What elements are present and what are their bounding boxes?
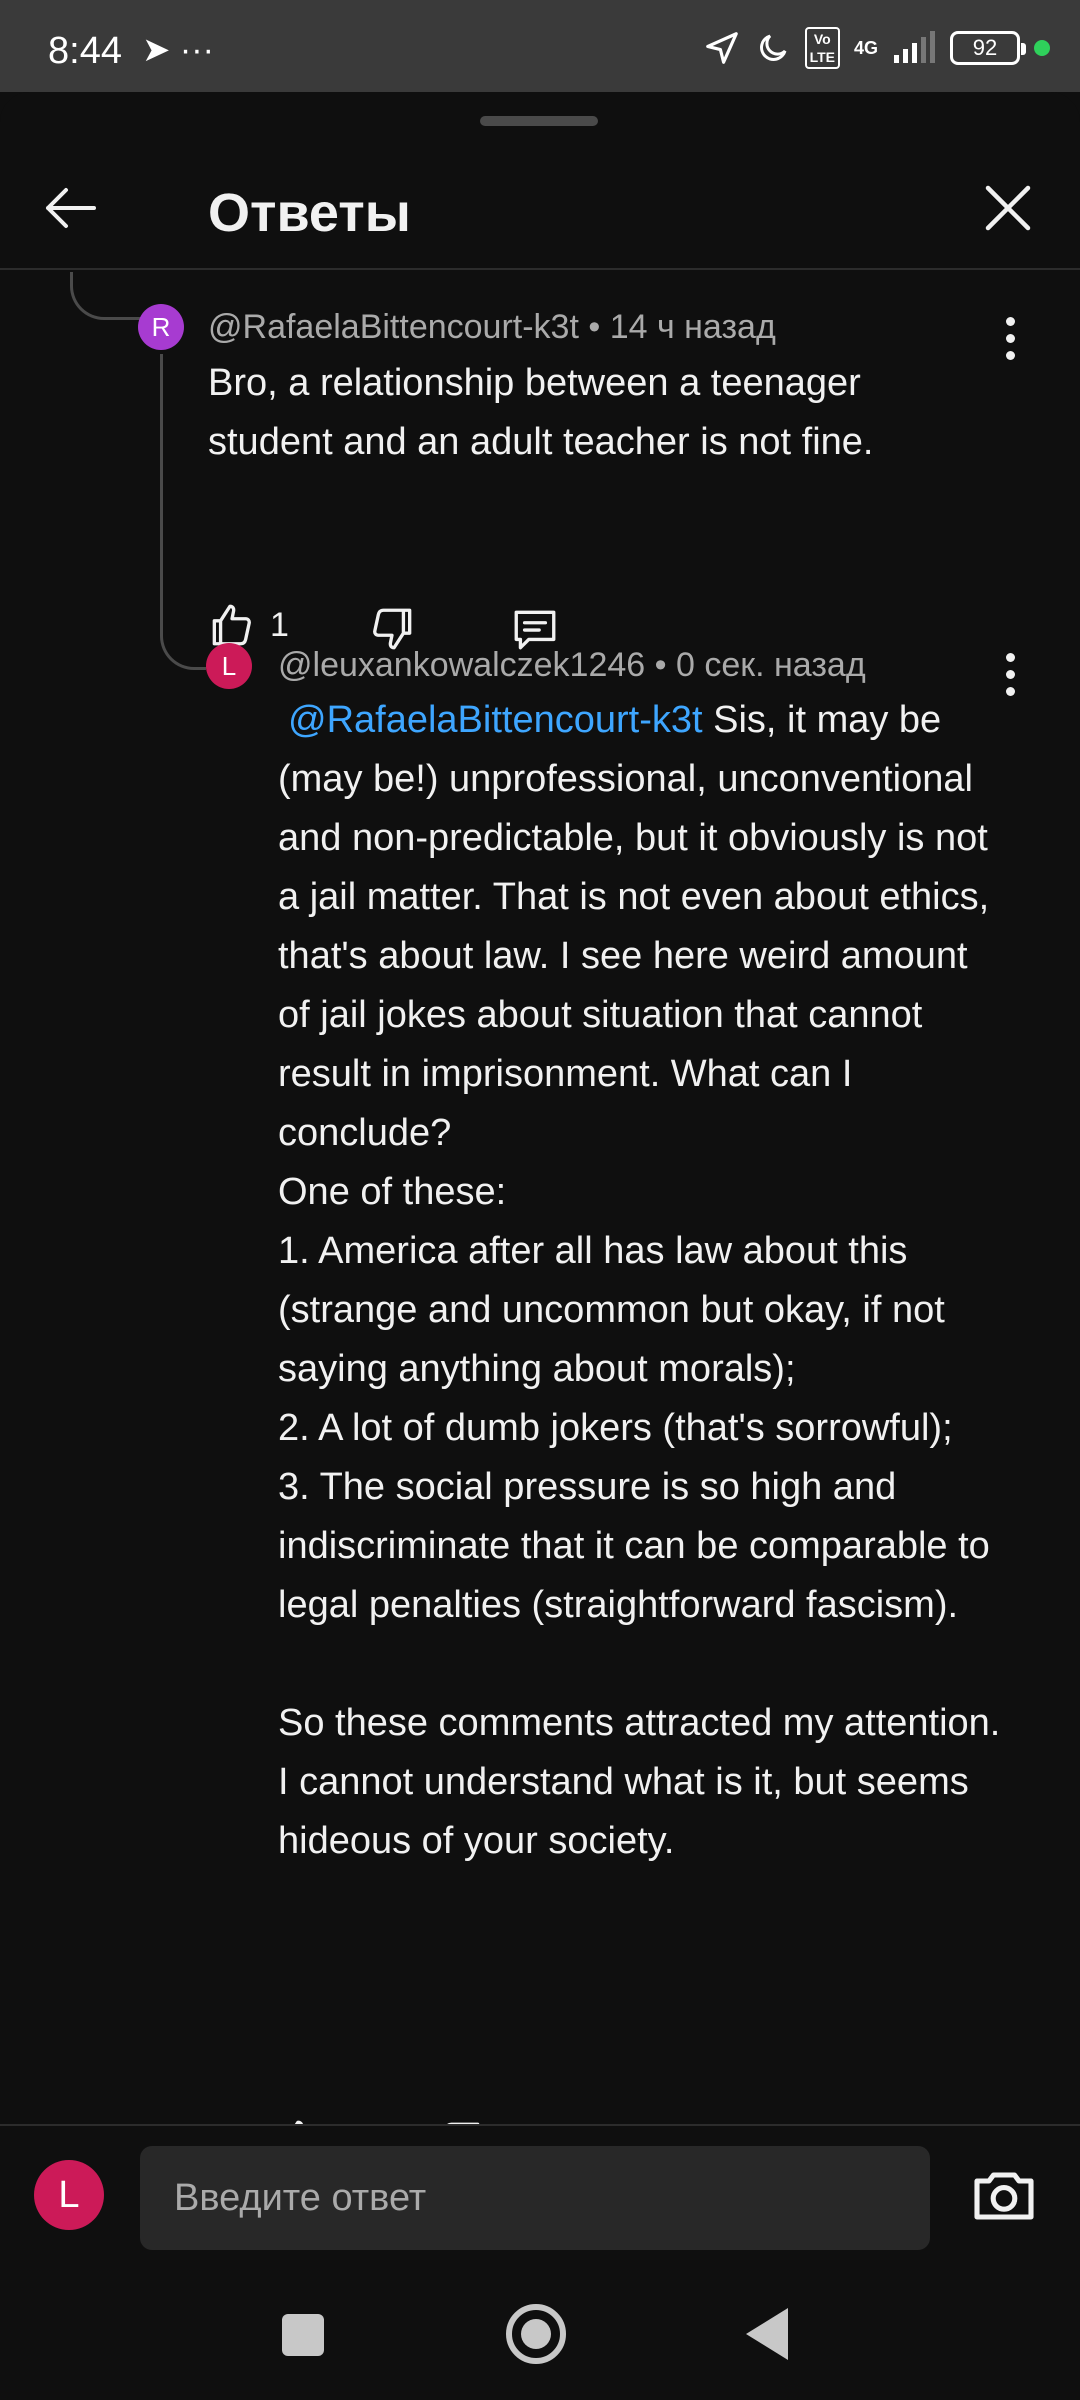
privacy-dot <box>1034 40 1050 56</box>
signal-icon <box>894 31 935 63</box>
camera-icon <box>974 2172 1034 2220</box>
replies-sheet: Ответы R @RafaelaBittencourt-k3t • 14 ч … <box>0 92 1080 2400</box>
status-right-icons: Vo LTE 4G 92 <box>703 26 1050 70</box>
comment-text: Bro, a relationship between a teenager s… <box>208 362 874 463</box>
close-button[interactable] <box>972 172 1044 244</box>
comment-paragraph: @RafaelaBittencourt-k3t Sis, it may be (… <box>278 691 1004 1163</box>
comment-paragraph: 3. The social pressure is so high and in… <box>278 1466 990 1626</box>
back-arrow-icon <box>46 188 96 228</box>
comment-meta: @leuxankowalczek1246 • 0 сек. назад <box>278 646 866 685</box>
status-notification-icons: ➤ ··· <box>142 31 214 69</box>
status-time: 8:44 <box>48 30 122 72</box>
more-vert-icon-dot <box>1005 333 1015 343</box>
system-back-button[interactable] <box>746 2308 788 2360</box>
thread-connector <box>160 354 206 670</box>
close-icon <box>985 185 1031 231</box>
comment-time: 0 сек. назад <box>676 646 866 684</box>
comment-text: @RafaelaBittencourt-k3t Sis, it may be (… <box>278 691 1004 1871</box>
mention-link[interactable]: @RafaelaBittencourt-k3t <box>288 699 703 741</box>
home-button[interactable] <box>506 2304 566 2364</box>
recents-button[interactable] <box>282 2314 324 2356</box>
page-title: Ответы <box>208 183 411 243</box>
like-button[interactable]: 1 <box>206 600 289 650</box>
meta-separator: • <box>654 646 676 684</box>
comment-paragraph: 2. A lot of dumb jokers (that's sorrowfu… <box>278 1407 953 1449</box>
avatar-letter: R <box>151 311 171 342</box>
volte-badge: Vo LTE <box>804 27 840 69</box>
avatar-letter: L <box>58 2173 80 2216</box>
more-options-button[interactable] <box>990 308 1030 368</box>
drag-handle[interactable] <box>480 116 598 126</box>
comment-paragraph <box>278 1635 1004 1694</box>
more-vert-icon-dot <box>1005 686 1015 696</box>
comment-author[interactable]: @leuxankowalczek1246 <box>278 646 645 684</box>
system-nav-bar <box>0 2264 1080 2400</box>
comment-meta: @RafaelaBittencourt-k3t • 14 ч назад <box>208 308 776 347</box>
comment-author[interactable]: @RafaelaBittencourt-k3t <box>208 308 579 346</box>
comment-paragraph: 1. America after all has law about this … <box>278 1230 945 1390</box>
header: Ответы <box>0 152 1080 270</box>
comment-paragraph: So these comments attracted my attention… <box>278 1702 1001 1862</box>
status-bar: 8:44 ➤ ··· Vo LTE 4G 92 <box>0 0 1080 92</box>
camera-button[interactable] <box>968 2160 1040 2232</box>
comment-time: 14 ч назад <box>609 308 776 346</box>
back-button[interactable] <box>36 172 108 244</box>
avatar[interactable]: R <box>138 304 184 350</box>
moon-icon <box>759 34 787 61</box>
comment-paragraph: One of these: <box>278 1171 507 1213</box>
thread-connector <box>70 272 142 320</box>
comment-paragraph-text: Sis, it may be (may be!) unprofessional,… <box>278 699 990 1154</box>
more-vert-icon-dot <box>1005 316 1015 326</box>
location-icon <box>705 32 738 64</box>
avatar-letter: L <box>221 650 237 681</box>
meta-separator: • <box>588 308 610 346</box>
network-type: 4G <box>853 38 878 58</box>
battery-indicator: 92 <box>950 31 1026 65</box>
user-avatar[interactable]: L <box>34 2160 104 2230</box>
like-count: 1 <box>270 605 289 644</box>
reply-bar: L <box>0 2124 1080 2264</box>
more-vert-icon-dot <box>1005 350 1015 360</box>
more-vert-icon-dot <box>1005 669 1015 679</box>
reply-input[interactable] <box>140 2146 930 2250</box>
avatar[interactable]: L <box>206 643 252 689</box>
more-vert-icon-dot <box>1005 652 1015 662</box>
